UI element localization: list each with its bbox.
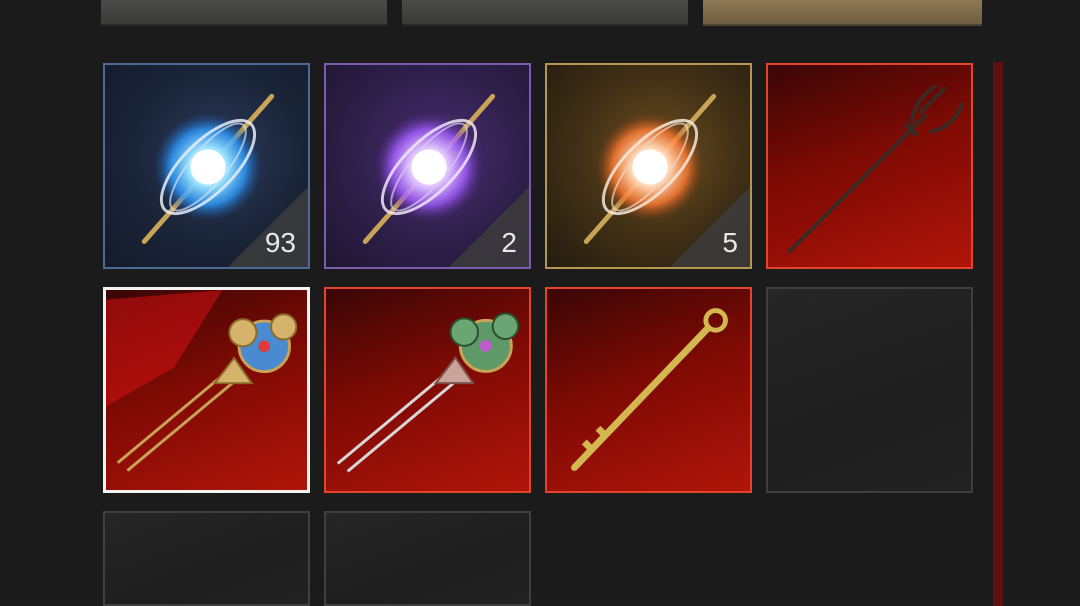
- inventory-slot-9-empty[interactable]: [103, 511, 310, 606]
- inventory-slot-4[interactable]: [766, 63, 973, 269]
- inventory-screen: 93 2 5: [0, 0, 1080, 606]
- top-tab-2[interactable]: [402, 0, 688, 26]
- inventory-slot-10-empty[interactable]: [324, 511, 531, 606]
- item-count: 2: [501, 227, 517, 258]
- inventory-scrollbar[interactable]: [993, 62, 1003, 606]
- inventory-slot-8-empty[interactable]: [766, 287, 973, 493]
- count-corner-shade: [449, 187, 529, 267]
- blue-flower-hairpin-icon: [106, 290, 298, 472]
- inventory-slot-7[interactable]: [545, 287, 752, 493]
- inventory-slot-3[interactable]: 5: [545, 63, 752, 269]
- inventory-slot-1[interactable]: 93: [103, 63, 310, 269]
- inventory-slot-6[interactable]: [324, 287, 531, 493]
- inventory-slot-2[interactable]: 2: [324, 63, 531, 269]
- inventory-slot-5-selected[interactable]: [103, 287, 310, 493]
- item-count: 5: [722, 227, 738, 258]
- green-flower-hairpin-icon: [336, 312, 520, 473]
- golden-key-icon: [571, 308, 728, 471]
- top-tab-3-active[interactable]: [703, 0, 982, 26]
- count-corner-shade: [670, 187, 750, 267]
- trident-icon: [787, 84, 965, 254]
- item-count: 93: [264, 227, 296, 258]
- top-tab-1[interactable]: [101, 0, 387, 26]
